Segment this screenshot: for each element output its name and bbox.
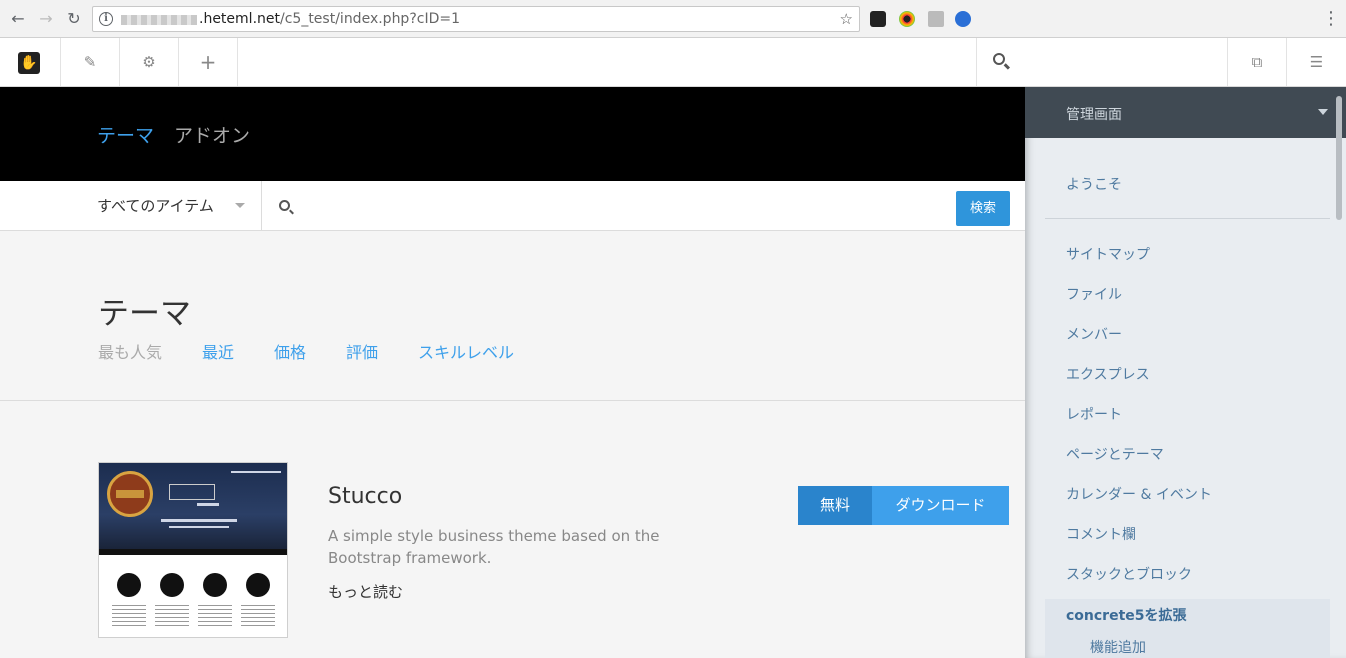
edit-button[interactable]: ✎ xyxy=(61,38,120,86)
redacted-host xyxy=(121,15,197,25)
thumbnail-line xyxy=(197,503,219,506)
filter-bar: すべてのアイテム 検索 xyxy=(0,181,1025,231)
section-divider xyxy=(0,400,1025,401)
thumbnail-line xyxy=(169,526,229,528)
url-text: .heteml.net/c5_test/index.php?cID=1 xyxy=(199,11,460,27)
sidebar-item-files[interactable]: ファイル xyxy=(1066,284,1122,304)
divider xyxy=(261,181,262,231)
url-path: /c5_test/index.php?cID=1 xyxy=(280,11,460,27)
sidebar-item-reports[interactable]: レポート xyxy=(1066,404,1122,424)
sidebar-item-welcome[interactable]: ようこそ xyxy=(1066,174,1122,194)
chevron-down-icon[interactable] xyxy=(235,203,245,208)
sitemap-button[interactable]: ⧉ xyxy=(1228,38,1287,86)
chevron-down-icon[interactable] xyxy=(1318,109,1328,115)
cms-toolbar: ✋ ✎ ⚙ + ⧉ ☰ xyxy=(0,38,1346,87)
sidebar-subitem-install[interactable]: 機能追加 xyxy=(1090,637,1146,657)
thumbnail-text xyxy=(155,605,189,627)
site-info-icon[interactable]: i xyxy=(99,12,113,26)
sidebar-scrollbar[interactable] xyxy=(1336,96,1342,220)
sort-popular[interactable]: 最も人気 xyxy=(98,339,162,363)
thumbnail-circle-icon xyxy=(117,573,141,597)
page-title: テーマ xyxy=(98,296,191,332)
sidebar-item-calendar[interactable]: カレンダー & イベント xyxy=(1066,484,1212,504)
marketplace-header: テーマ アドオン xyxy=(0,87,1025,181)
marketplace-main: テーマ アドオン すべてのアイテム 検索 テーマ 最も人気 最近 価格 評価 ス… xyxy=(0,87,1025,658)
sidebar-item-comments[interactable]: コメント欄 xyxy=(1066,524,1136,544)
thumbnail-hero xyxy=(99,463,287,549)
category-select[interactable]: すべてのアイテム xyxy=(97,195,214,216)
color-picker-icon[interactable] xyxy=(899,11,915,27)
sidebar-item-stacks-blocks[interactable]: スタックとブロック xyxy=(1066,564,1192,584)
pages-icon: ⧉ xyxy=(1251,53,1263,71)
profile-icon[interactable] xyxy=(955,11,971,27)
dashboard-panel-button[interactable]: ☰ xyxy=(1287,38,1346,86)
thumbnail-line xyxy=(161,519,237,522)
thumbnail-logo-box xyxy=(169,484,215,500)
forward-icon[interactable]: → xyxy=(36,9,56,29)
dashboard-sidebar: 管理画面 ようこそ サイトマップ ファイル メンバー エクスプレス レポート ペ… xyxy=(1025,87,1346,658)
sidebar-divider xyxy=(1045,218,1330,219)
tab-themes[interactable]: テーマ xyxy=(97,121,154,148)
add-button[interactable]: + xyxy=(179,38,238,86)
sort-skill-level[interactable]: スキルレベル xyxy=(418,339,514,363)
theme-thumbnail[interactable] xyxy=(98,462,288,638)
back-icon[interactable]: ← xyxy=(8,9,28,29)
read-more-link[interactable]: もっと読む xyxy=(328,581,403,602)
concrete5-icon[interactable] xyxy=(870,11,886,27)
url-domain: .heteml.net xyxy=(199,11,280,27)
plus-icon: + xyxy=(199,50,217,74)
compatibility-badge-icon xyxy=(107,471,153,517)
theme-title[interactable]: Stucco xyxy=(328,484,402,509)
thumbnail-text xyxy=(241,605,275,627)
sidebar-active-group: concrete5を拡張 機能追加 xyxy=(1045,599,1330,658)
tab-addons[interactable]: アドオン xyxy=(174,121,250,148)
address-bar[interactable]: i .heteml.net/c5_test/index.php?cID=1 ☆ xyxy=(92,6,860,32)
toolbar-search-field[interactable] xyxy=(976,38,1228,86)
thumbnail-line xyxy=(231,471,281,473)
download-button[interactable]: ダウンロード xyxy=(872,486,1009,525)
sidebar-item-express[interactable]: エクスプレス xyxy=(1066,364,1150,384)
concrete5-logo-icon: ✋ xyxy=(18,52,40,74)
reload-icon[interactable]: ↻ xyxy=(64,9,84,29)
search-icon xyxy=(279,200,290,211)
sort-rating[interactable]: 評価 xyxy=(346,339,378,363)
thumbnail-circle-icon xyxy=(160,573,184,597)
sidebar-item-pages-themes[interactable]: ページとテーマ xyxy=(1066,444,1164,464)
search-icon xyxy=(993,53,1005,65)
sort-price[interactable]: 価格 xyxy=(274,339,306,363)
sidebar-header[interactable]: 管理画面 xyxy=(1025,87,1346,138)
thumbnail-text xyxy=(112,605,146,627)
price-label[interactable]: 無料 xyxy=(798,486,872,525)
theme-description: A simple style business theme based on t… xyxy=(328,527,660,567)
gear-icon: ⚙ xyxy=(142,53,156,71)
marketplace-search-input[interactable] xyxy=(300,181,940,231)
toolbar-logo-button[interactable]: ✋ xyxy=(0,38,61,86)
sidebar-item-members[interactable]: メンバー xyxy=(1066,324,1122,344)
thumbnail-circle-icon xyxy=(203,573,227,597)
sidebar-header-label: 管理画面 xyxy=(1066,107,1122,123)
camera-icon[interactable] xyxy=(928,11,944,27)
sliders-icon: ☰ xyxy=(1309,53,1324,71)
sort-recent[interactable]: 最近 xyxy=(202,339,234,363)
search-button[interactable]: 検索 xyxy=(956,191,1010,226)
bookmark-star-icon[interactable]: ☆ xyxy=(840,10,853,28)
settings-button[interactable]: ⚙ xyxy=(120,38,179,86)
browser-menu-icon[interactable]: ⋮ xyxy=(1322,10,1340,28)
thumbnail-circle-icon xyxy=(246,573,270,597)
sidebar-item-extend[interactable]: concrete5を拡張 xyxy=(1066,605,1187,625)
thumbnail-text xyxy=(198,605,232,627)
pencil-icon: ✎ xyxy=(83,53,97,71)
sidebar-item-sitemap[interactable]: サイトマップ xyxy=(1066,244,1150,264)
browser-toolbar: ← → ↻ i .heteml.net/c5_test/index.php?cI… xyxy=(0,0,1346,38)
thumbnail-nav xyxy=(99,549,287,555)
